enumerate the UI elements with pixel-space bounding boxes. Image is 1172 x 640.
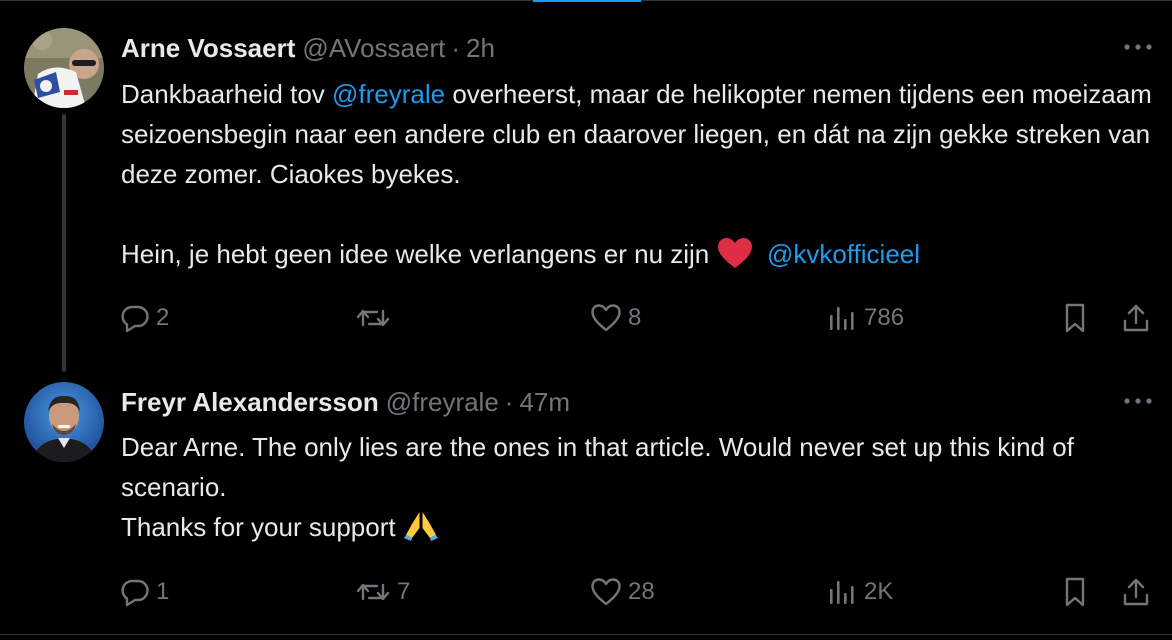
reply-count: 1: [156, 578, 170, 605]
avatar-freyr-alexandersson[interactable]: [24, 382, 104, 462]
upload-share-icon: [1123, 304, 1149, 332]
upload-share-icon: [1123, 578, 1149, 606]
mention-link[interactable]: @kvkofficieel: [767, 239, 920, 269]
text-segment: Thanks for your support: [121, 512, 403, 542]
tweet-time[interactable]: 2h: [466, 33, 495, 64]
views-button[interactable]: 2K: [826, 570, 893, 614]
author-name[interactable]: Arne Vossaert: [121, 33, 295, 64]
more-options-button[interactable]: [1118, 32, 1158, 62]
like-count: 8: [628, 304, 642, 331]
reply-button[interactable]: 1: [120, 570, 169, 614]
like-button[interactable]: 8: [590, 296, 641, 340]
tweet-actions: 1 7 28 2K: [0, 570, 1172, 614]
more-dots-icon: [1124, 44, 1152, 50]
like-button[interactable]: 28: [590, 570, 655, 614]
tweet-header: Arne Vossaert @AVossaert · 2h: [121, 30, 495, 66]
views-button[interactable]: 786: [826, 296, 904, 340]
retweet-button[interactable]: 7: [355, 570, 410, 614]
retweet-button[interactable]: [355, 296, 397, 340]
separator-dot: ·: [504, 386, 514, 417]
bar-chart-icon: [830, 581, 854, 604]
share-button[interactable]: [1120, 570, 1152, 614]
bookmark-button[interactable]: [1060, 570, 1090, 614]
folded-hands-icon: [403, 508, 439, 553]
heart-outline-icon: [591, 578, 621, 606]
text-segment: Dankbaarheid tov: [121, 79, 333, 109]
tweet-arne-vossaert: Arne Vossaert @AVossaert · 2h Dankbaarhe…: [0, 0, 1172, 370]
like-count: 28: [628, 578, 655, 605]
speech-bubble-icon: [121, 305, 149, 333]
tweet-paragraph: Dankbaarheid tov @freyrale overheerst, m…: [121, 74, 1156, 194]
author-name[interactable]: Freyr Alexandersson: [121, 387, 379, 418]
reply-count: 2: [156, 304, 170, 331]
avatar-arne-vossaert[interactable]: [24, 28, 104, 108]
bottom-divider: [0, 634, 1172, 635]
author-handle[interactable]: @freyrale: [386, 387, 499, 418]
author-handle[interactable]: @AVossaert: [302, 33, 445, 64]
tweet-actions: 2 8 786: [0, 296, 1172, 340]
text-segment: Hein, je hebt geen idee welke verlangens…: [121, 239, 717, 269]
tweet-freyr-alexandersson: Freyr Alexandersson @freyrale · 47m Dear…: [0, 370, 1172, 634]
tweet-paragraph: Dear Arne. The only lies are the ones in…: [121, 432, 1074, 502]
heart-outline-icon: [591, 304, 621, 332]
retweet-arrows-icon: [356, 309, 390, 327]
views-count: 786: [864, 304, 905, 331]
red-heart-icon: [717, 237, 753, 280]
tweet-paragraph: Hein, je hebt geen idee welke verlangens…: [121, 234, 1156, 280]
tweet-text: Dankbaarheid tov @freyrale overheerst, m…: [121, 74, 1156, 280]
tweet-header: Freyr Alexandersson @freyrale · 47m: [121, 384, 570, 420]
bookmark-icon: [1065, 303, 1085, 333]
bookmark-icon: [1065, 577, 1085, 607]
retweet-count: 7: [397, 578, 411, 605]
reply-button[interactable]: 2: [120, 296, 169, 340]
retweet-arrows-icon: [356, 583, 390, 601]
tweet-paragraph: Thanks for your support: [121, 507, 1156, 553]
separator-dot: ·: [451, 32, 461, 63]
bookmark-button[interactable]: [1060, 296, 1090, 340]
share-button[interactable]: [1120, 296, 1152, 340]
tweet-text: Dear Arne. The only lies are the ones in…: [121, 427, 1156, 553]
tweet-time[interactable]: 47m: [519, 387, 570, 418]
bar-chart-icon: [830, 307, 854, 330]
views-count: 2K: [864, 578, 894, 605]
speech-bubble-icon: [121, 579, 149, 607]
more-options-button[interactable]: [1118, 386, 1158, 416]
mention-link[interactable]: @freyrale: [332, 79, 445, 109]
more-dots-icon: [1124, 398, 1152, 404]
